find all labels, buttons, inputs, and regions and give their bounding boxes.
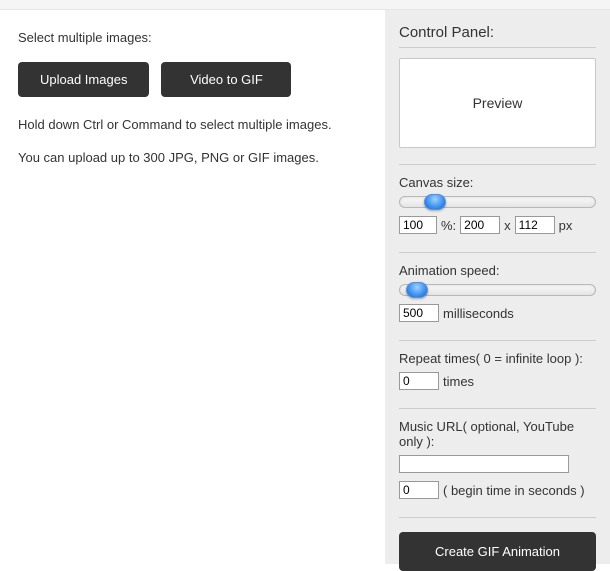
control-panel: Control Panel: Preview Canvas size: %: x… bbox=[385, 10, 610, 564]
video-to-gif-button[interactable]: Video to GIF bbox=[161, 62, 291, 97]
divider bbox=[399, 517, 596, 518]
canvas-width-input[interactable] bbox=[460, 216, 500, 234]
control-panel-title: Control Panel: bbox=[399, 24, 596, 41]
repeat-section: Repeat times( 0 = infinite loop ): times bbox=[399, 351, 596, 390]
repeat-label: Repeat times( 0 = infinite loop ): bbox=[399, 351, 596, 366]
left-pane: Select multiple images: Upload Images Vi… bbox=[0, 10, 385, 564]
select-images-label: Select multiple images: bbox=[18, 28, 367, 48]
divider bbox=[399, 408, 596, 409]
top-bar bbox=[0, 0, 610, 10]
canvas-size-row: %: x px bbox=[399, 216, 596, 234]
canvas-size-section: Canvas size: %: x px bbox=[399, 175, 596, 234]
canvas-height-input[interactable] bbox=[515, 216, 555, 234]
canvas-percent-input[interactable] bbox=[399, 216, 437, 234]
animation-speed-label: Animation speed: bbox=[399, 263, 596, 278]
times-label: times bbox=[443, 374, 474, 389]
music-section: Music URL( optional, YouTube only ): ( b… bbox=[399, 419, 596, 499]
help-text-ctrl: Hold down Ctrl or Command to select mult… bbox=[18, 115, 367, 135]
music-begin-input[interactable] bbox=[399, 481, 439, 499]
animation-speed-slider[interactable] bbox=[399, 284, 596, 296]
repeat-input[interactable] bbox=[399, 372, 439, 390]
repeat-row: times bbox=[399, 372, 596, 390]
canvas-size-slider[interactable] bbox=[399, 196, 596, 208]
px-label: px bbox=[559, 218, 573, 233]
upload-row: Upload Images Video to GIF bbox=[18, 62, 367, 97]
divider bbox=[399, 252, 596, 253]
x-label: x bbox=[504, 218, 511, 233]
slider-thumb[interactable] bbox=[406, 282, 428, 298]
create-gif-button[interactable]: Create GIF Animation bbox=[399, 532, 596, 571]
main-layout: Select multiple images: Upload Images Vi… bbox=[0, 10, 610, 564]
divider bbox=[399, 164, 596, 165]
music-begin-row: ( begin time in seconds ) bbox=[399, 481, 596, 499]
divider bbox=[399, 47, 596, 48]
music-url-row bbox=[399, 455, 596, 473]
upload-images-button[interactable]: Upload Images bbox=[18, 62, 149, 97]
divider bbox=[399, 340, 596, 341]
music-label: Music URL( optional, YouTube only ): bbox=[399, 419, 596, 449]
begin-time-label: ( begin time in seconds ) bbox=[443, 483, 585, 498]
canvas-size-label: Canvas size: bbox=[399, 175, 596, 190]
preview-box: Preview bbox=[399, 58, 596, 148]
animation-speed-row: milliseconds bbox=[399, 304, 596, 322]
milliseconds-label: milliseconds bbox=[443, 306, 514, 321]
percent-label: %: bbox=[441, 218, 456, 233]
slider-thumb[interactable] bbox=[424, 194, 446, 210]
music-url-input[interactable] bbox=[399, 455, 569, 473]
animation-speed-input[interactable] bbox=[399, 304, 439, 322]
preview-label: Preview bbox=[473, 95, 523, 111]
help-text-limit: You can upload up to 300 JPG, PNG or GIF… bbox=[18, 148, 367, 168]
animation-speed-section: Animation speed: milliseconds bbox=[399, 263, 596, 322]
